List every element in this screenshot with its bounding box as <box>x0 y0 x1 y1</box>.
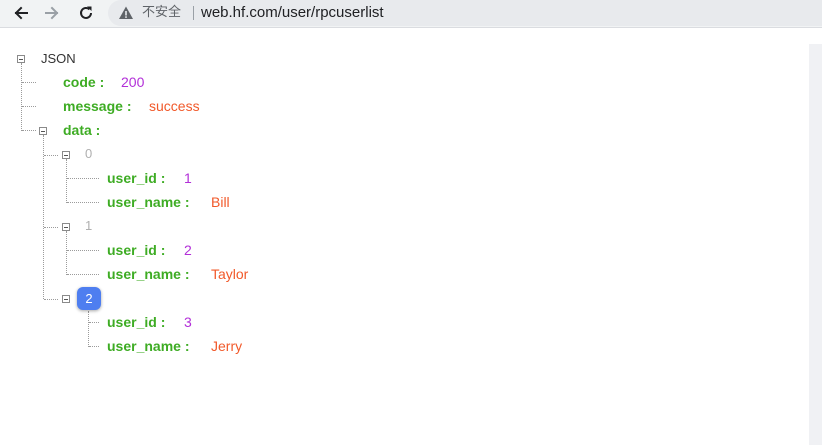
value-code: 200 <box>121 74 145 90</box>
browser-toolbar: 不安全 web.hf.com/user/rpcuserlist <box>0 0 822 28</box>
value-user-id: 2 <box>184 242 192 258</box>
tree-line <box>66 159 67 203</box>
reload-button[interactable] <box>74 2 98 24</box>
page-scrollbar[interactable] <box>809 44 822 445</box>
key-user-name: user_name : <box>107 338 190 354</box>
json-tree: JSON code : 200 message : success data :… <box>0 28 808 445</box>
tree-line <box>67 250 99 251</box>
key-user-name: user_name : <box>107 194 190 210</box>
warning-icon <box>119 6 133 19</box>
tree-line <box>43 135 44 299</box>
tree-line <box>22 106 36 107</box>
tree-line <box>22 130 36 131</box>
key-data: data : <box>63 122 101 138</box>
tree-line <box>44 155 58 156</box>
json-root-label: JSON <box>41 51 76 66</box>
value-message: success <box>149 98 200 114</box>
collapse-item-0-toggle[interactable] <box>62 151 70 159</box>
key-code: code : <box>63 74 105 90</box>
tree-line <box>89 346 99 347</box>
arrow-right-icon <box>45 6 59 20</box>
tree-line <box>21 63 22 131</box>
collapse-root-toggle[interactable] <box>17 55 25 63</box>
back-button[interactable] <box>9 2 33 24</box>
key-message: message : <box>63 98 132 114</box>
security-status[interactable]: 不安全 <box>142 5 181 21</box>
key-user-id: user_id : <box>107 170 166 186</box>
value-user-name: Taylor <box>211 266 249 282</box>
tree-line <box>44 227 58 228</box>
collapse-data-toggle[interactable] <box>39 127 47 135</box>
value-user-id: 3 <box>184 314 192 330</box>
tree-line <box>22 82 36 83</box>
reload-icon <box>80 6 92 19</box>
tree-line <box>44 299 58 300</box>
array-index-0[interactable]: 0 <box>85 145 92 163</box>
key-user-id: user_id : <box>107 242 166 258</box>
tree-line <box>67 274 99 275</box>
collapse-item-1-toggle[interactable] <box>62 223 70 231</box>
address-bar[interactable]: 不安全 web.hf.com/user/rpcuserlist <box>108 0 822 26</box>
address-separator <box>193 6 194 20</box>
tree-line <box>67 178 99 179</box>
tree-line <box>88 311 89 347</box>
key-user-id: user_id : <box>107 314 166 330</box>
value-user-name: Bill <box>211 194 230 210</box>
value-user-id: 1 <box>184 170 192 186</box>
tree-line <box>89 322 99 323</box>
tree-line <box>66 231 67 275</box>
forward-button[interactable] <box>40 2 64 24</box>
collapse-item-2-toggle[interactable] <box>62 295 70 303</box>
array-index-2[interactable]: 2 <box>77 287 101 310</box>
key-user-name: user_name : <box>107 266 190 282</box>
tree-line <box>67 202 99 203</box>
array-index-1[interactable]: 1 <box>85 217 92 235</box>
value-user-name: Jerry <box>211 338 243 354</box>
url-text[interactable]: web.hf.com/user/rpcuserlist <box>201 4 384 22</box>
arrow-left-icon <box>14 6 28 20</box>
